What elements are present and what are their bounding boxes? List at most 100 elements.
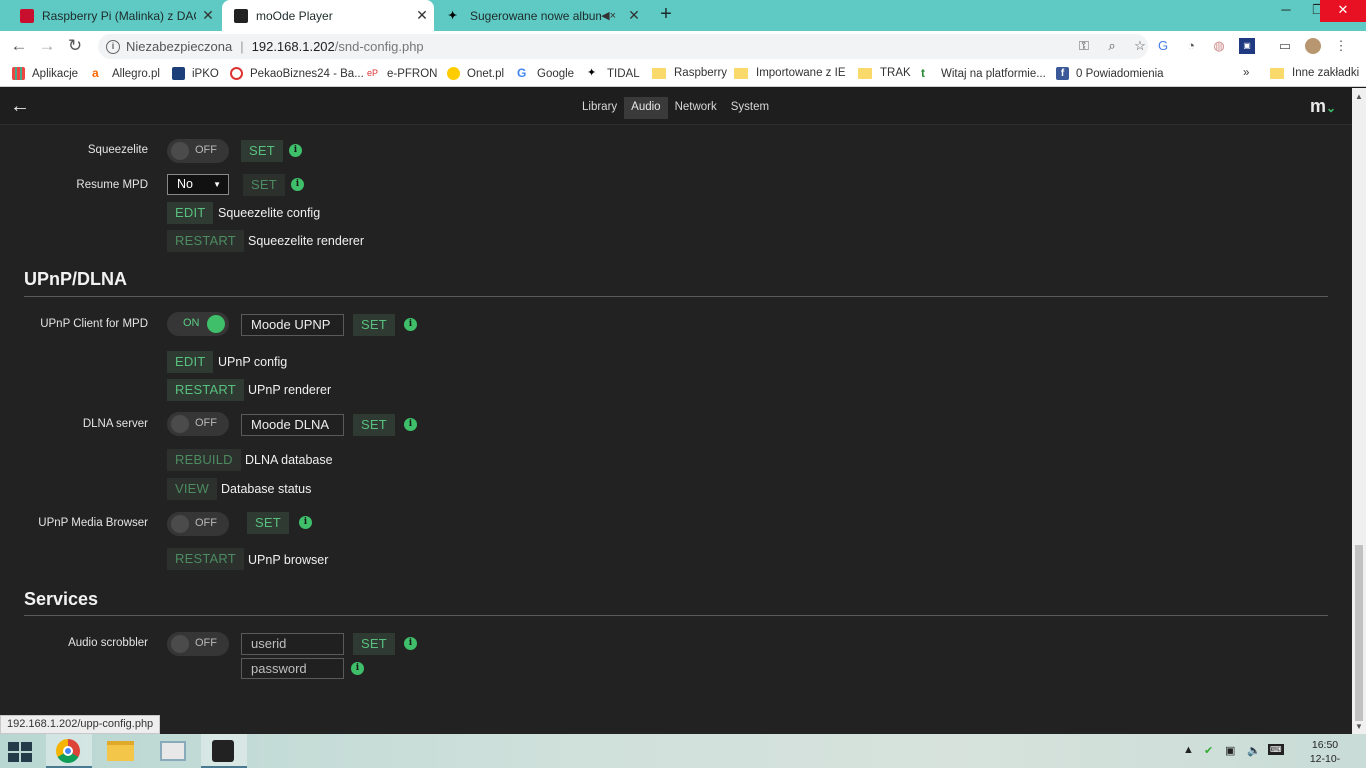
speed-icon[interactable]: ◔ <box>1183 38 1199 54</box>
tab-raspberry[interactable]: Raspberry Pi (Malinka) z DACiem ✕ <box>8 0 220 31</box>
taskbar-moode-app[interactable] <box>201 734 247 768</box>
taskbar-chrome[interactable] <box>46 734 92 768</box>
resume-mpd-select[interactable]: No ▼ <box>167 174 229 195</box>
tab-audio[interactable]: Audio <box>624 97 668 119</box>
upnp-client-toggle[interactable]: ON <box>167 312 229 336</box>
info-icon[interactable]: i <box>404 637 417 650</box>
tab-network[interactable]: Network <box>668 97 724 119</box>
back-arrow-icon[interactable]: ← <box>10 95 30 117</box>
close-tab-icon[interactable]: ✕ <box>410 7 434 24</box>
upnp-restart-button[interactable]: RESTART <box>167 379 244 401</box>
translate-icon[interactable]: G <box>1155 38 1171 54</box>
clock-time: 16:50 <box>1311 739 1339 751</box>
bookmark-apps[interactable]: Aplikacje <box>12 67 78 80</box>
info-icon[interactable]: i <box>289 144 302 157</box>
extension-box-icon[interactable]: ▣ <box>1239 38 1255 54</box>
tab-library[interactable]: Library <box>575 97 624 119</box>
folder-icon <box>652 67 666 79</box>
squeezelite-config-text: Squeezelite config <box>218 206 321 220</box>
taskbar-file-explorer[interactable] <box>98 734 144 768</box>
info-icon[interactable]: i <box>351 662 364 675</box>
security-tray-icon[interactable]: ✔ <box>1204 744 1213 757</box>
windows-start-icon[interactable] <box>8 742 34 762</box>
bookmark-epfron[interactable]: eP e-PFRON <box>367 67 437 80</box>
page-scrollbar[interactable]: ▲ ▼ <box>1352 88 1366 734</box>
upnp-client-set-button[interactable]: SET <box>353 314 395 336</box>
close-tab-icon[interactable]: ✕ <box>196 7 220 24</box>
audio-scrobbler-toggle[interactable]: OFF <box>167 632 229 656</box>
upnp-browser-toggle[interactable]: OFF <box>167 512 229 536</box>
resume-mpd-set-button[interactable]: SET <box>243 174 285 196</box>
scroll-up-icon[interactable]: ▲ <box>1352 92 1366 101</box>
volume-icon[interactable]: 🔈 <box>1247 744 1261 757</box>
close-window-button[interactable]: ✕ <box>1320 0 1366 22</box>
tidal-favicon-icon: ✦ <box>448 9 458 22</box>
dlna-rebuild-button[interactable]: REBUILD <box>167 449 241 471</box>
bookmark-folder-raspberry[interactable]: Raspberry <box>652 67 727 79</box>
cast-icon[interactable]: ▭ <box>1277 38 1293 54</box>
info-icon[interactable]: i <box>299 516 312 529</box>
upnp-name-input[interactable]: Moode UPNP <box>241 314 344 336</box>
forward-button[interactable]: → <box>36 35 58 57</box>
tab-system[interactable]: System <box>724 97 776 119</box>
scrollbar-thumb[interactable] <box>1355 545 1363 721</box>
bookmark-google[interactable]: G Google <box>517 67 574 80</box>
google-icon: G <box>517 66 527 80</box>
taskbar-photos[interactable] <box>150 734 196 768</box>
bookmark-folder-trak[interactable]: TRAK <box>858 67 911 79</box>
squeezelite-set-button[interactable]: SET <box>241 140 283 162</box>
bookmark-folder-ie[interactable]: Importowane z IE <box>734 67 845 79</box>
zoom-icon[interactable]: ⌕ <box>1104 38 1120 54</box>
close-tab-icon[interactable]: ✕ <box>622 7 646 24</box>
bookmark-onet[interactable]: Onet.pl <box>447 67 504 80</box>
bookmark-allegro[interactable]: a Allegro.pl <box>92 67 160 80</box>
upnp-edit-button[interactable]: EDIT <box>167 351 214 373</box>
star-icon[interactable]: ☆ <box>1132 38 1148 54</box>
logo-text: m <box>1310 96 1327 116</box>
upnp-browser-restart-button[interactable]: RESTART <box>167 548 244 570</box>
squeezelite-toggle[interactable]: OFF <box>167 139 229 163</box>
extension-icon[interactable]: ◍ <box>1211 38 1227 54</box>
tab-moode-player[interactable]: moOde Player ✕ <box>222 0 434 31</box>
speaker-muted-icon[interactable]: ◀× <box>601 9 616 22</box>
back-button[interactable]: ← <box>8 35 30 57</box>
new-tab-button[interactable]: + <box>655 4 677 26</box>
bookmark-facebook[interactable]: f 0 Powiadomienia <box>1056 67 1164 80</box>
moode-logo-menu[interactable]: m⌄ <box>1310 96 1336 117</box>
scroll-down-icon[interactable]: ▼ <box>1352 722 1366 731</box>
dlna-name-input[interactable]: Moode DLNA <box>241 414 344 436</box>
password-input[interactable]: password <box>241 658 344 679</box>
bookmarks-overflow-button[interactable]: » <box>1243 67 1249 79</box>
info-icon[interactable]: i <box>106 39 120 54</box>
bookmark-platforma[interactable]: t Witaj na platformie... <box>921 67 1046 80</box>
bookmark-ipko[interactable]: iPKO <box>172 67 219 80</box>
config-tabs: Library Audio Network System <box>575 97 776 119</box>
network-icon[interactable]: ▣ <box>1225 744 1235 757</box>
address-bar[interactable]: i Niezabezpieczona | 192.168.1.202 /snd-… <box>98 34 1148 59</box>
bookmark-pekao[interactable]: PekaoBiznes24 - Ba... <box>230 67 364 80</box>
squeezelite-edit-button[interactable]: EDIT <box>167 202 214 224</box>
upnp-browser-set-button[interactable]: SET <box>247 512 289 534</box>
bookmark-label: Allegro.pl <box>112 67 160 80</box>
squeezelite-restart-button[interactable]: RESTART <box>167 230 244 252</box>
scrobbler-set-button[interactable]: SET <box>353 633 395 655</box>
userid-input[interactable]: userid <box>241 633 344 655</box>
info-icon[interactable]: i <box>404 418 417 431</box>
info-icon[interactable]: i <box>291 178 304 191</box>
reload-button[interactable]: ↻ <box>64 35 86 57</box>
bookmark-label: Raspberry <box>674 67 728 79</box>
bookmark-other[interactable]: Inne zakładki <box>1270 67 1359 79</box>
bookmark-tidal[interactable]: ✦ TIDAL <box>587 67 640 80</box>
tray-overflow-icon[interactable]: ▲ <box>1183 744 1194 756</box>
keyboard-icon[interactable]: ⌨ <box>1268 744 1284 755</box>
dlna-set-button[interactable]: SET <box>353 414 395 436</box>
dlna-view-button[interactable]: VIEW <box>167 478 218 500</box>
taskbar-clock[interactable]: 16:50 12-10-2019 <box>1300 738 1350 768</box>
dlna-server-toggle[interactable]: OFF <box>167 412 229 436</box>
profile-avatar-icon[interactable] <box>1305 38 1321 54</box>
tab-tidal[interactable]: ✦ Sugerowane nowe albumy – ◀× ✕ <box>436 0 646 31</box>
menu-kebab-icon[interactable]: ⋮ <box>1333 38 1349 54</box>
bookmark-label: Witaj na platformie... <box>941 67 1046 80</box>
info-icon[interactable]: i <box>404 318 417 331</box>
key-icon[interactable]: ⚿ <box>1076 38 1092 54</box>
